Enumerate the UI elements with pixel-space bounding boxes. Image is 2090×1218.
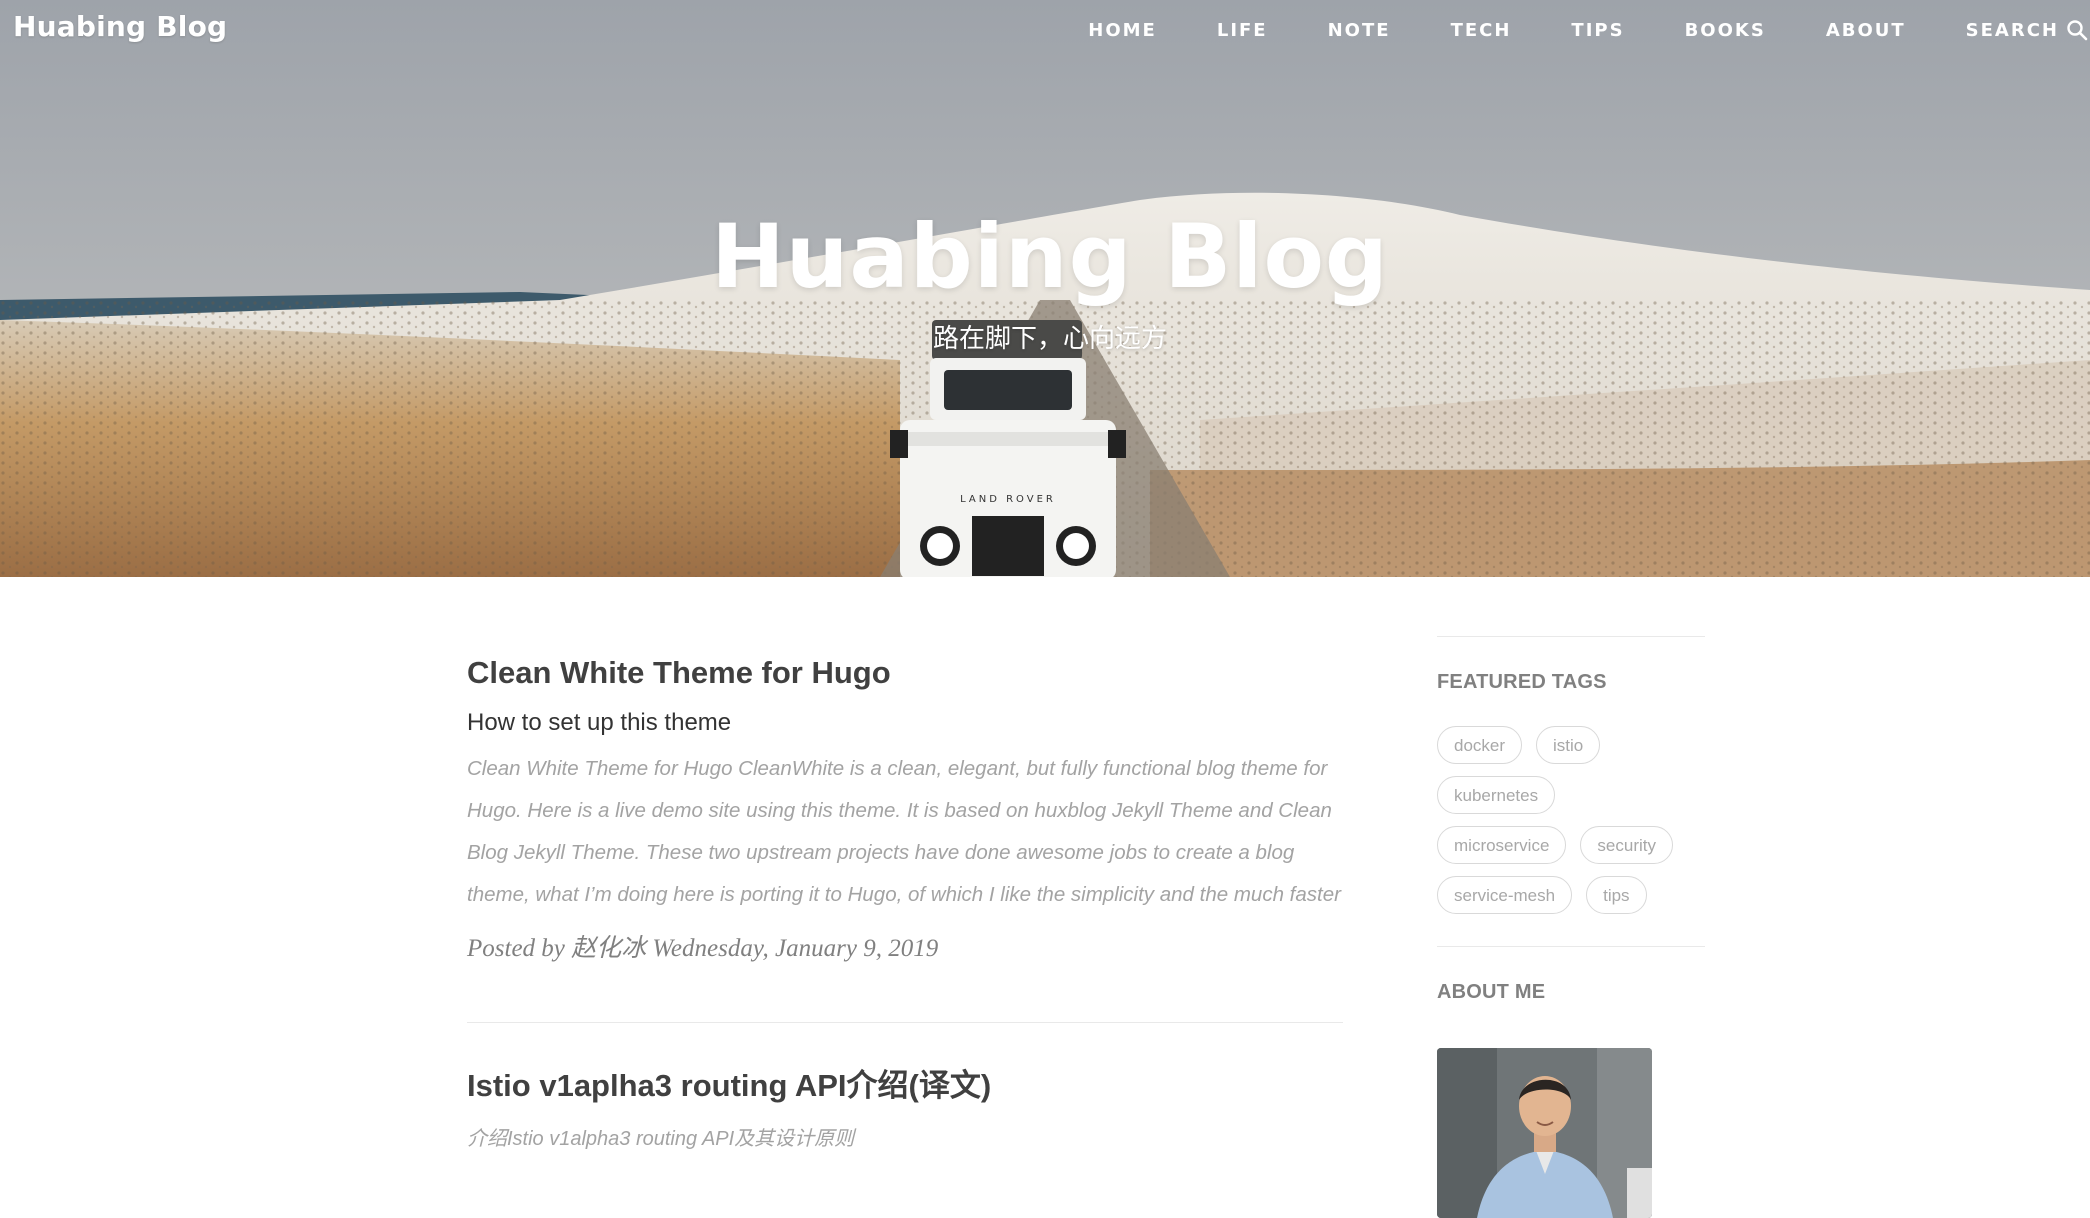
tag-service-mesh[interactable]: service-mesh [1437, 876, 1573, 914]
tag-security[interactable]: security [1580, 826, 1673, 864]
hero-title: Huabing Blog [711, 205, 1389, 308]
featured-tags-heading: FEATURED TAGS [1437, 671, 1607, 693]
nav-tips[interactable]: TIPS [1571, 20, 1624, 41]
post-title-link[interactable]: Istio v1aplha3 routing API介绍(译文) [467, 1067, 1343, 1104]
post-preview: Istio v1aplha3 routing API介绍(译文) 介绍Istio… [467, 1067, 1343, 1151]
tag-tips[interactable]: tips [1586, 876, 1647, 914]
sidebar-divider [1437, 636, 1705, 637]
tag-docker[interactable]: docker [1437, 726, 1523, 764]
nav-books[interactable]: BOOKS [1685, 20, 1766, 41]
post-title-link[interactable]: Clean White Theme for Hugo [467, 654, 1343, 691]
tag-istio[interactable]: istio [1536, 726, 1601, 764]
about-me-heading: ABOUT ME [1437, 981, 1546, 1003]
post-meta: Posted by 赵化冰 Wednesday, January 9, 2019 [467, 934, 939, 962]
sidebar: FEATURED TAGS docker istio kubernetes mi… [1437, 636, 1705, 1218]
svg-text:LAND ROVER: LAND ROVER [960, 494, 1056, 505]
avatar [1437, 1048, 1652, 1218]
site-brand-link[interactable]: Huabing Blog [13, 10, 227, 43]
nav-life[interactable]: LIFE [1217, 20, 1268, 41]
nav-search-label: SEARCH [1965, 19, 2059, 41]
post-divider [467, 1021, 1343, 1023]
nav-note[interactable]: NOTE [1328, 20, 1391, 41]
post-list: Clean White Theme for Hugo How to set up… [467, 640, 1343, 1151]
nav-tech[interactable]: TECH [1451, 20, 1512, 41]
post-subtitle: How to set up this theme [467, 709, 732, 737]
nav-about[interactable]: ABOUT [1826, 20, 1906, 41]
post-excerpt: Clean White Theme for Hugo CleanWhite is… [467, 756, 1341, 906]
tag-kubernetes[interactable]: kubernetes [1437, 776, 1556, 814]
nav-home[interactable]: HOME [1088, 20, 1157, 41]
hero-header: LAND ROVER Huabing Blog HOME LIFE NOTE T… [0, 0, 2090, 577]
tag-microservice[interactable]: microservice [1437, 826, 1567, 864]
featured-tags: docker istio kubernetes microservice sec… [1437, 726, 1707, 926]
main-nav: HOME LIFE NOTE TECH TIPS BOOKS ABOUT SEA… [1028, 0, 2090, 60]
nav-search[interactable]: SEARCH [1966, 19, 2088, 41]
hero-subtitle: 路在脚下，心向远方 [932, 324, 1167, 354]
search-icon [2067, 20, 2088, 41]
sidebar-divider [1437, 946, 1705, 947]
post-preview: Clean White Theme for Hugo How to set up… [467, 654, 1343, 964]
post-subtitle: 介绍Istio v1alpha3 routing API及其设计原则 [467, 1128, 855, 1151]
